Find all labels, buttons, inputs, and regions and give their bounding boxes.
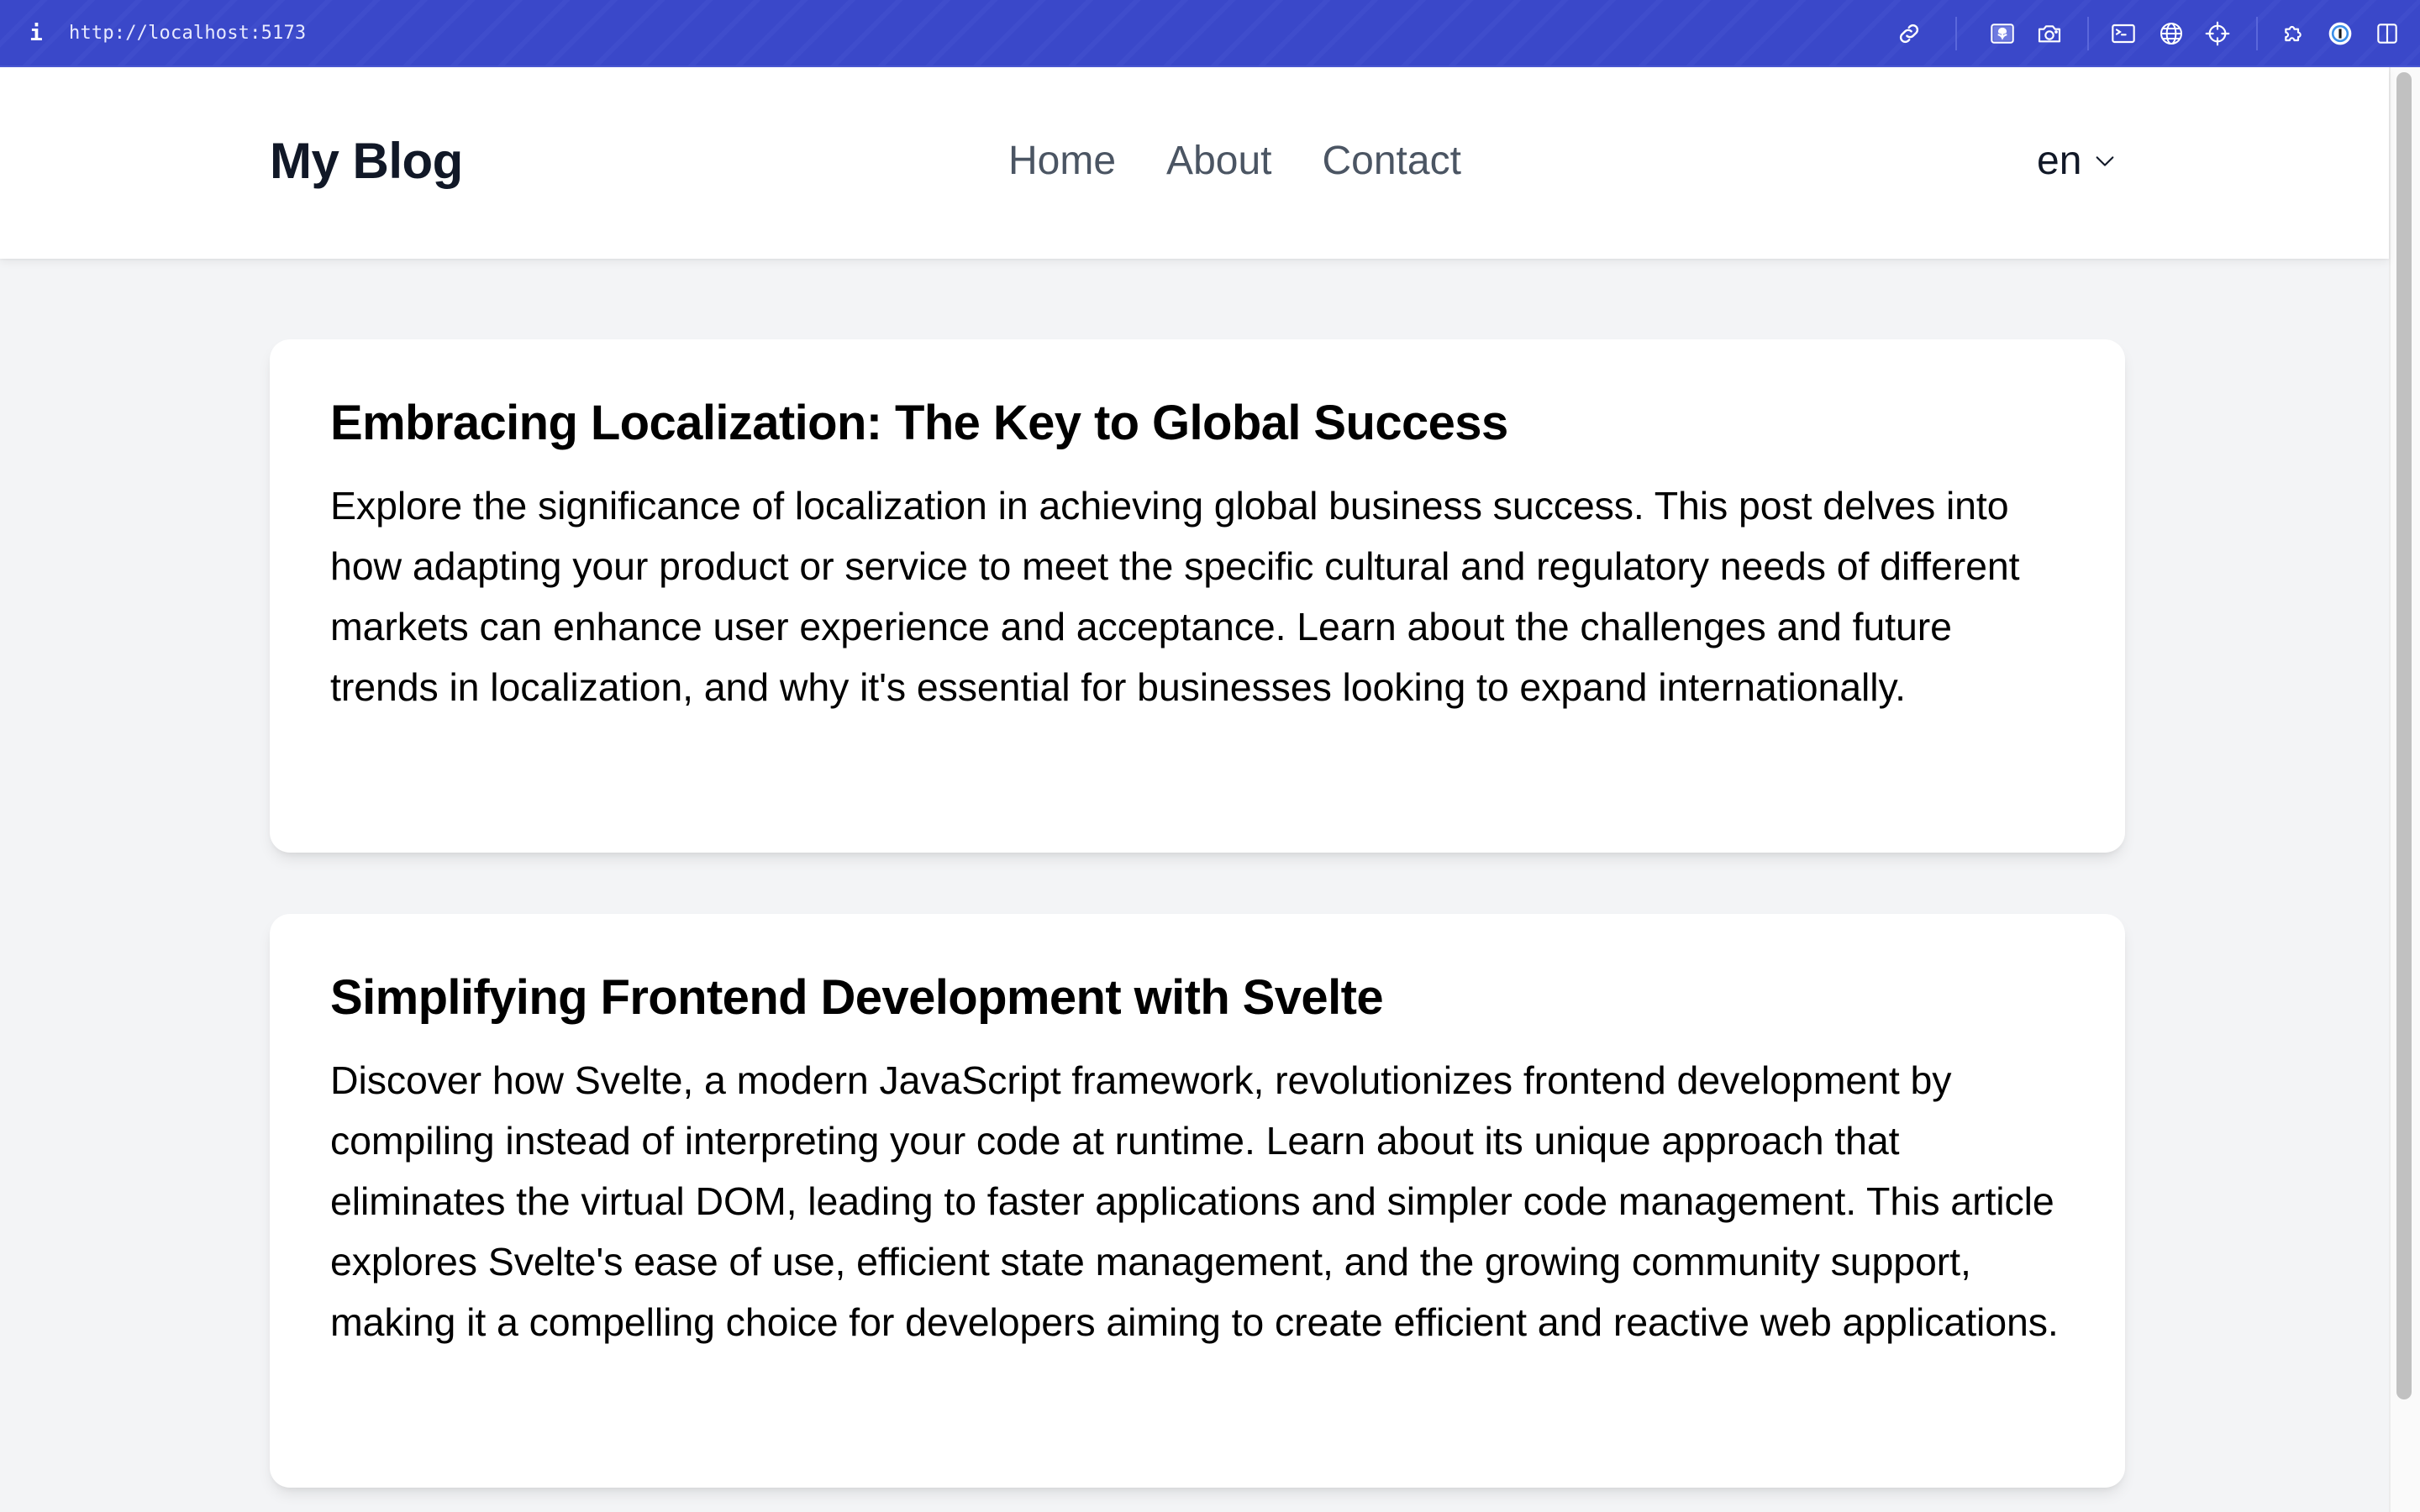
password-manager-icon[interactable] <box>2325 18 2355 49</box>
image-placeholder-icon[interactable] <box>1987 18 2018 49</box>
camera-icon[interactable] <box>2034 18 2065 49</box>
browser-toolbar: i http://localhost:5173 <box>0 0 2420 67</box>
toolbar-separator <box>2087 17 2089 50</box>
split-view-icon[interactable] <box>2372 18 2402 49</box>
site-header: My Blog Home About Contact en <box>0 67 2389 259</box>
crosshair-icon[interactable] <box>2202 18 2233 49</box>
nav-about[interactable]: About <box>1166 136 1271 186</box>
language-select[interactable]: en <box>2037 136 2117 186</box>
link-icon[interactable] <box>1894 18 1924 49</box>
post-card[interactable]: Simplifying Frontend Development with Sv… <box>270 914 2125 1488</box>
toolbar-separator <box>2256 17 2258 50</box>
toolbar-icons <box>0 0 2420 67</box>
nav-home[interactable]: Home <box>1008 136 1116 186</box>
post-excerpt: Explore the significance of localization… <box>330 484 2020 709</box>
post-title[interactable]: Simplifying Frontend Development with Sv… <box>330 968 2065 1028</box>
chevron-down-icon <box>2096 156 2114 166</box>
terminal-icon[interactable] <box>2108 18 2139 49</box>
post-title[interactable]: Embracing Localization: The Key to Globa… <box>330 393 2065 454</box>
toolbar-separator <box>1955 17 1957 50</box>
post-card[interactable]: Embracing Localization: The Key to Globa… <box>270 339 2125 853</box>
globe-icon[interactable] <box>2156 18 2186 49</box>
extensions-puzzle-icon[interactable] <box>2278 18 2308 49</box>
scrollbar-thumb[interactable] <box>2396 72 2412 1399</box>
language-select-value: en <box>2037 139 2082 183</box>
main-nav: Home About Contact <box>1008 136 1461 186</box>
site-title[interactable]: My Blog <box>270 131 463 192</box>
post-excerpt: Discover how Svelte, a modern JavaScript… <box>330 1058 2059 1344</box>
nav-contact[interactable]: Contact <box>1322 136 1460 186</box>
